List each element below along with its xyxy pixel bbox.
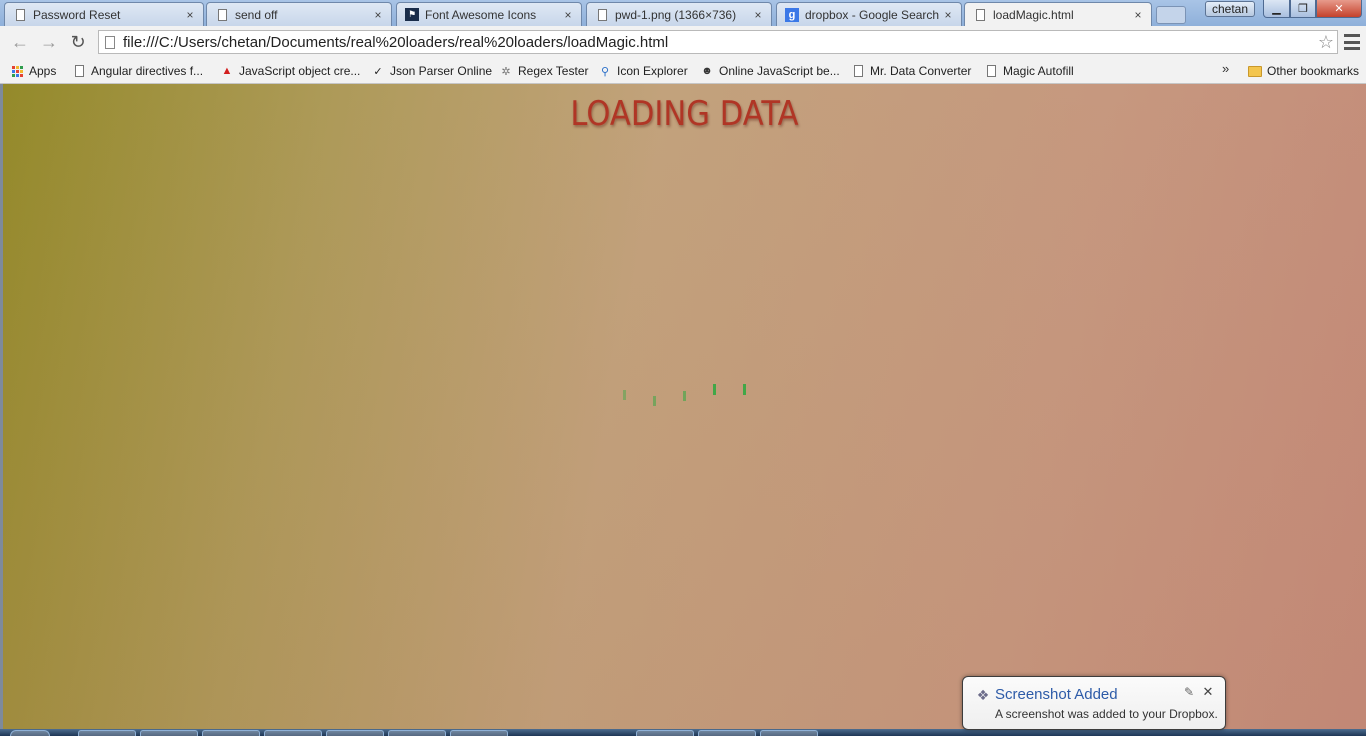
magnifier-icon: ⚲ [600, 65, 610, 78]
bookmark-label: Mr. Data Converter [870, 64, 972, 78]
close-tab-icon[interactable]: × [941, 8, 955, 22]
tab-title: pwd-1.png (1366×736) [615, 7, 737, 22]
font-awesome-flag-icon: ⚑ [405, 8, 419, 22]
bookmark-label: Online JavaScript be... [719, 64, 840, 78]
windows-taskbar [0, 729, 1366, 736]
folder-icon [1248, 64, 1262, 78]
tab-load-magic[interactable]: loadMagic.html × [964, 2, 1152, 26]
page-icon [105, 35, 115, 49]
cat-icon: ☻ [701, 65, 713, 77]
bookmark-label: Apps [29, 64, 57, 78]
dropbox-notification[interactable]: ❖ Screenshot Added A screenshot was adde… [962, 676, 1226, 730]
address-bar[interactable]: file:///C:/Users/chetan/Documents/real%2… [98, 30, 1338, 54]
loading-heading: LOADING DATA [570, 94, 799, 134]
minimize-button[interactable]: ▁ [1263, 0, 1290, 18]
close-window-button[interactable]: ✕ [1316, 0, 1362, 18]
loader-bar [623, 390, 626, 400]
bookmark-label: Icon Explorer [617, 64, 688, 78]
taskbar-item[interactable] [202, 730, 260, 736]
close-tab-icon[interactable]: × [183, 8, 197, 22]
bookmark-label: Angular directives f... [91, 64, 204, 78]
bookmark-json-parser[interactable]: ✓ Json Parser Online [371, 61, 492, 81]
taskbar-item[interactable] [450, 730, 508, 736]
reload-icon[interactable]: ↻ [66, 31, 90, 53]
close-tab-icon[interactable]: × [751, 8, 765, 22]
gear-icon: ✲ [501, 65, 511, 78]
tab-title: send off [235, 7, 278, 22]
tab-title: Font Awesome Icons [425, 7, 537, 22]
taskbar-item[interactable] [140, 730, 198, 736]
bookmark-icon-explorer[interactable]: ⚲ Icon Explorer [598, 61, 688, 81]
other-bookmarks-folder[interactable]: Other bookmarks [1248, 61, 1359, 81]
google-icon: g [785, 7, 799, 22]
back-arrow-icon[interactable]: ← [8, 31, 32, 53]
bookmark-label: Json Parser Online [390, 64, 493, 78]
bookmark-mr-data-converter[interactable]: Mr. Data Converter [851, 61, 971, 81]
taskbar-item[interactable] [760, 730, 818, 736]
profile-button[interactable]: chetan [1205, 1, 1255, 17]
tab-title: Password Reset [33, 7, 121, 22]
document-icon [984, 64, 998, 78]
document-icon [215, 8, 229, 22]
close-tab-icon[interactable]: × [561, 8, 575, 22]
apps-grid-icon [10, 64, 24, 78]
chrome-menu-icon[interactable] [1344, 34, 1360, 50]
tab-font-awesome[interactable]: ⚑ Font Awesome Icons × [396, 2, 582, 26]
tab-pwd-png[interactable]: pwd-1.png (1366×736) × [586, 2, 772, 26]
bookmark-javascript-object[interactable]: ▲ JavaScript object cre... [220, 61, 361, 81]
document-icon [851, 64, 865, 78]
wrench-icon[interactable]: ✎ [1182, 685, 1196, 699]
bookmark-magic-autofill[interactable]: Magic Autofill [984, 61, 1074, 81]
tab-title: dropbox - Google Search [805, 7, 940, 22]
browser-window: Password Reset × send off × ⚑ Font Aweso… [0, 0, 1366, 736]
tab-dropbox-search[interactable]: g dropbox - Google Search × [776, 2, 962, 26]
loader-bar [743, 384, 746, 395]
bookmark-label: Magic Autofill [1003, 64, 1074, 78]
json-icon: ✓ [373, 65, 383, 78]
url-input[interactable]: file:///C:/Users/chetan/Documents/real%2… [123, 34, 1315, 51]
adobe-icon: ▲ [221, 65, 233, 77]
bookmark-star-icon[interactable]: ☆ [1315, 32, 1337, 53]
bookmark-online-javascript[interactable]: ☻ Online JavaScript be... [700, 61, 840, 81]
page-viewport: LOADING DATA [3, 84, 1366, 729]
taskbar-item[interactable] [698, 730, 756, 736]
bookmark-label: Other bookmarks [1267, 64, 1360, 78]
bookmarks-bar: Apps Angular directives f... ▲ JavaScrip… [0, 58, 1366, 84]
loader-bar [713, 384, 716, 395]
document-icon [973, 8, 987, 22]
dropbox-icon: ❖ [976, 687, 990, 703]
notification-message: A screenshot was added to your Dropbox. [995, 707, 1218, 721]
bookmark-apps[interactable]: Apps [10, 61, 56, 81]
bookmark-label: JavaScript object cre... [239, 64, 361, 78]
close-tab-icon[interactable]: × [371, 8, 385, 22]
close-icon[interactable]: ✕ [1201, 684, 1215, 700]
start-button[interactable] [10, 730, 50, 736]
bookmark-regex-tester[interactable]: ✲ Regex Tester [499, 61, 588, 81]
taskbar-item[interactable] [636, 730, 694, 736]
notification-title: Screenshot Added [995, 686, 1118, 703]
taskbar-item[interactable] [78, 730, 136, 736]
forward-arrow-icon[interactable]: → [37, 31, 61, 53]
loader-bar [683, 391, 686, 401]
taskbar-item[interactable] [264, 730, 322, 736]
document-icon [595, 8, 609, 22]
tab-strip: Password Reset × send off × ⚑ Font Aweso… [0, 0, 1366, 26]
bookmark-angular-directives[interactable]: Angular directives f... [72, 61, 203, 81]
close-tab-icon[interactable]: × [1131, 8, 1145, 22]
loader-bar [653, 396, 656, 406]
document-icon [72, 64, 86, 78]
navigation-toolbar: ← → ↻ file:///C:/Users/chetan/Documents/… [0, 26, 1366, 58]
new-tab-button[interactable] [1156, 6, 1186, 24]
bookmarks-overflow-button[interactable]: » [1222, 61, 1229, 76]
document-icon [13, 8, 27, 22]
taskbar-item[interactable] [388, 730, 446, 736]
tab-title: loadMagic.html [993, 7, 1074, 22]
bookmark-label: Regex Tester [518, 64, 589, 78]
tab-send-off[interactable]: send off × [206, 2, 392, 26]
maximize-button[interactable]: ❐ [1290, 0, 1316, 18]
taskbar-item[interactable] [326, 730, 384, 736]
tab-password-reset[interactable]: Password Reset × [4, 2, 204, 26]
